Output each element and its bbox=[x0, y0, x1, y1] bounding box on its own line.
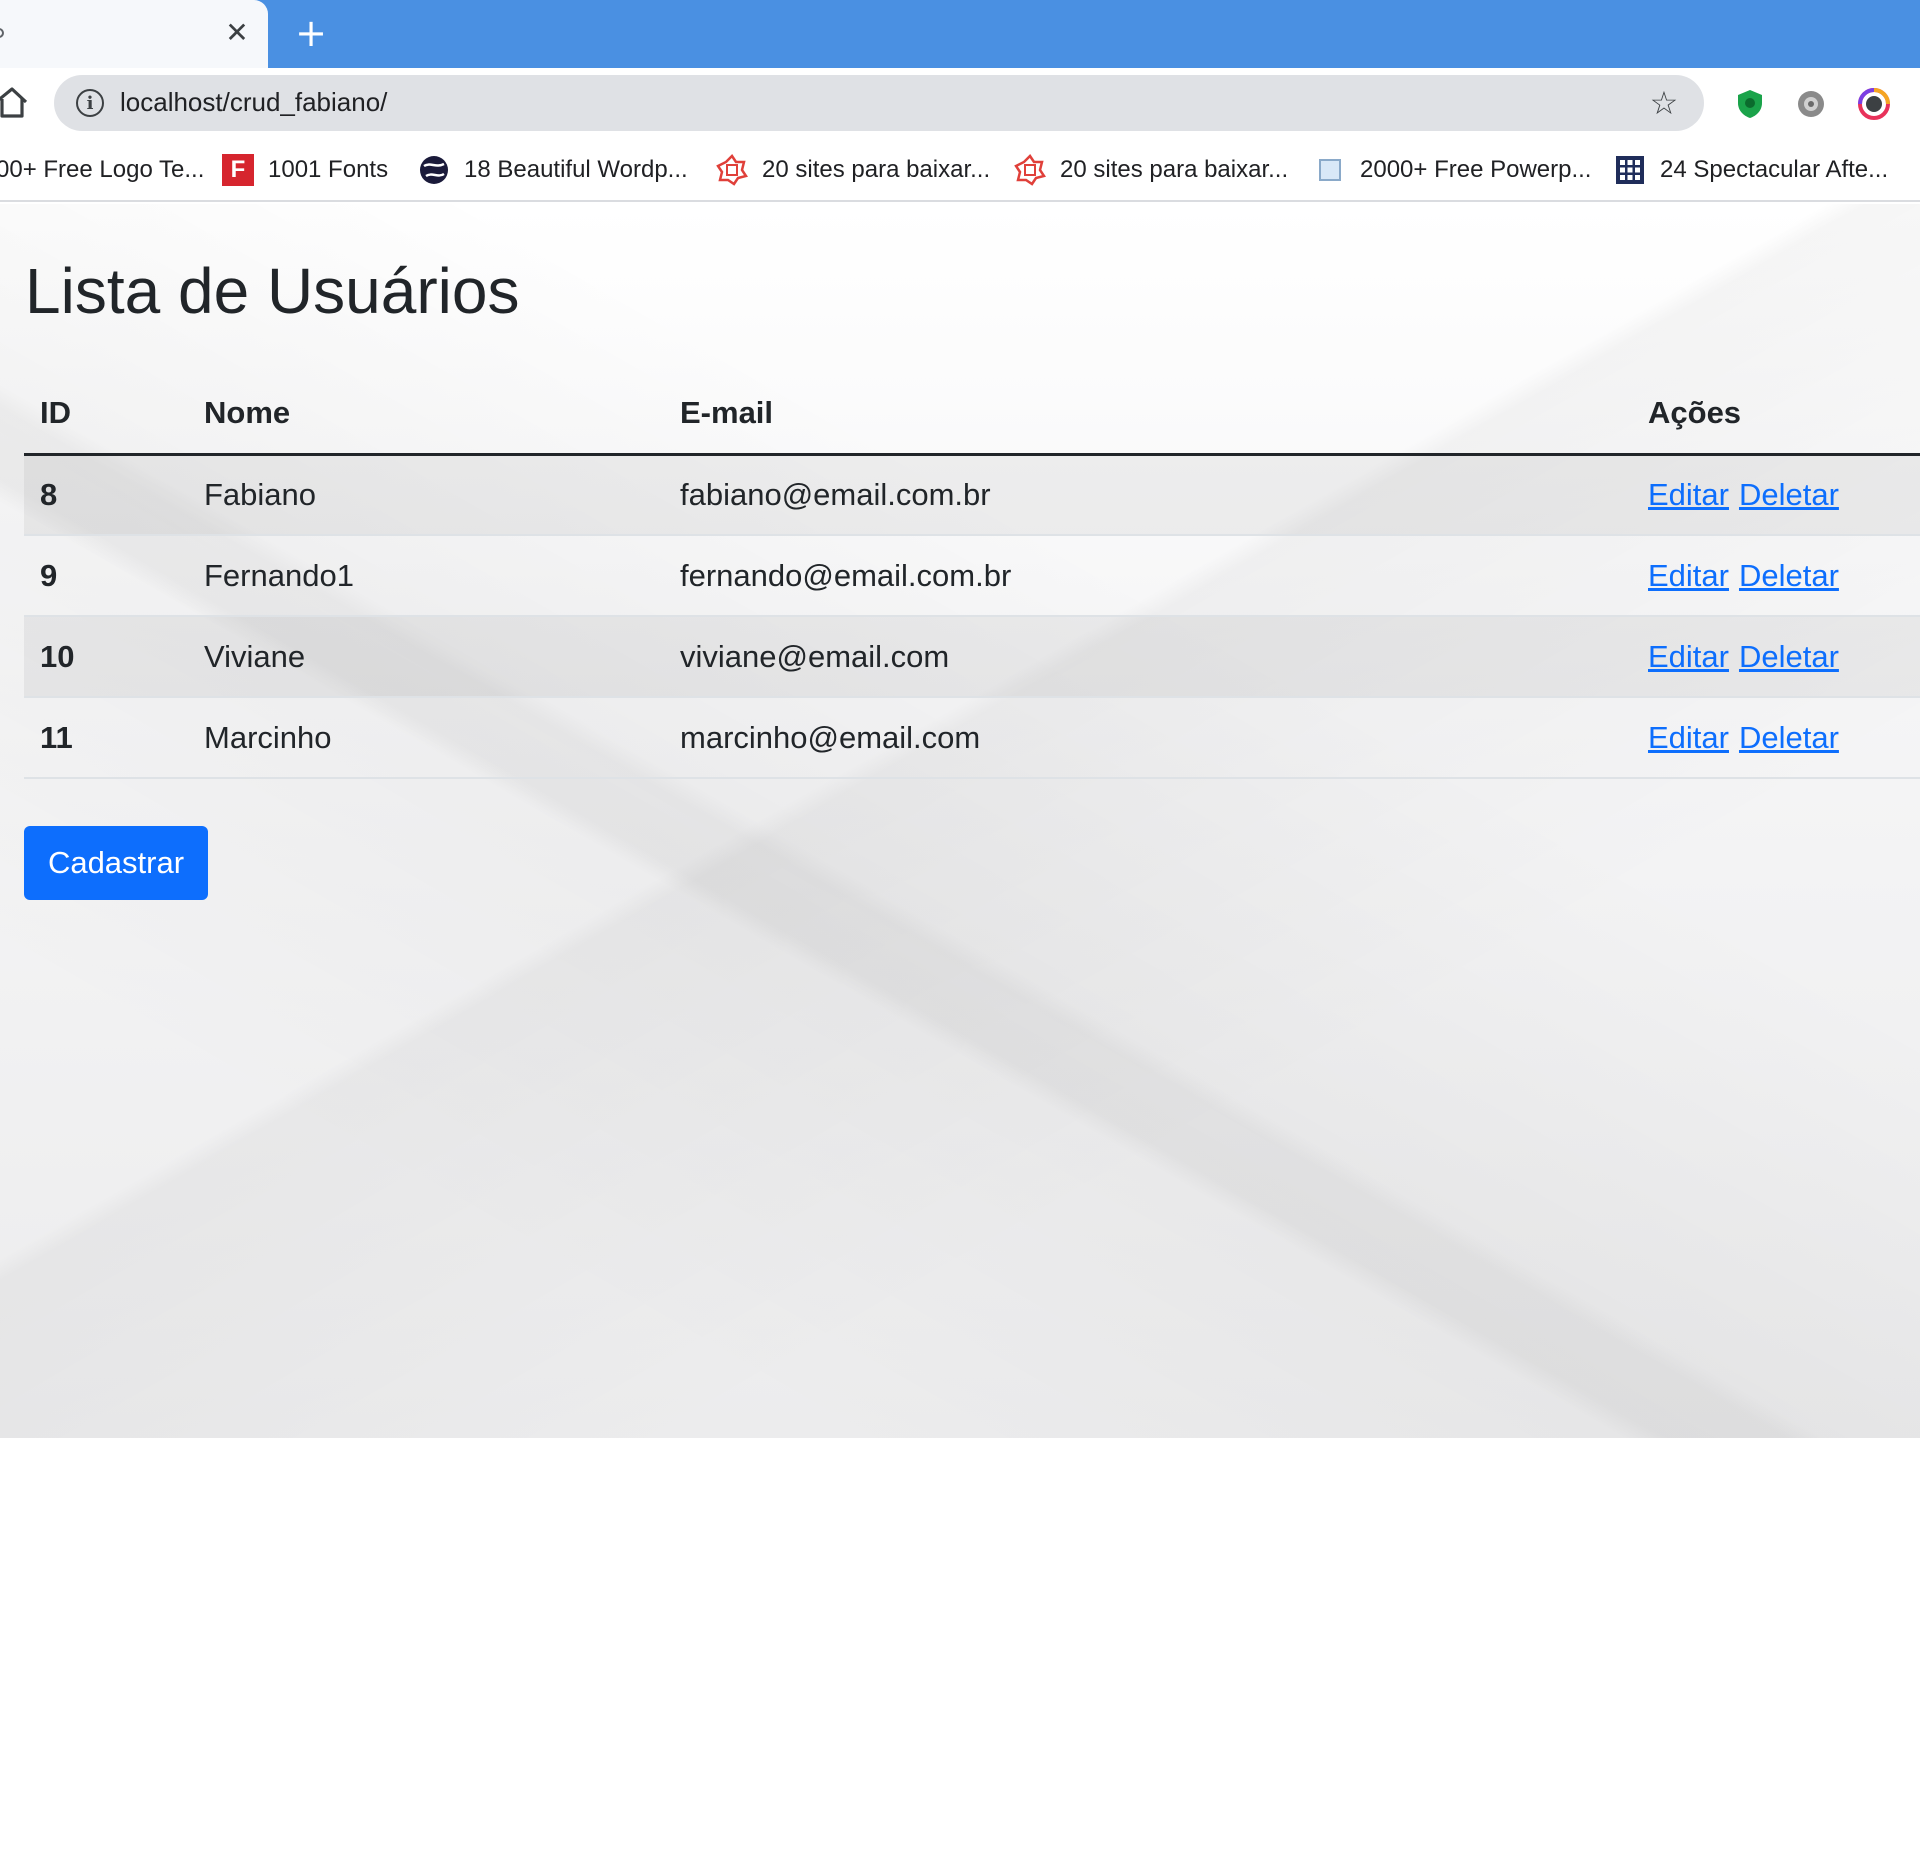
bookmark-item[interactable]: 00+ Free Logo Te... bbox=[0, 150, 204, 190]
bookmark-label: 00+ Free Logo Te... bbox=[0, 156, 205, 183]
edit-link[interactable]: Editar bbox=[1648, 639, 1729, 674]
page-content: Lista de Usuários ID Nome E-mail Ações 8… bbox=[0, 204, 1920, 1438]
blank-page-icon bbox=[1319, 159, 1341, 181]
cell-actions: Editar Deletar bbox=[1632, 616, 1920, 698]
bookmarks-bar: 00+ Free Logo Te... F 1001 Fonts 18 Beau… bbox=[0, 138, 1920, 202]
column-header-email: E-mail bbox=[664, 374, 1632, 456]
bookmark-item[interactable]: 20 sites para baixar... bbox=[1014, 150, 1288, 190]
table-row: 10 Viviane viviane@email.com Editar Delet… bbox=[24, 616, 1920, 698]
cell-email: fernando@email.com.br bbox=[664, 535, 1632, 617]
tab-strip: ✕ + bbox=[0, 0, 1920, 68]
table-row: 11 Marcinho marcinho@email.com Editar Del… bbox=[24, 697, 1920, 779]
bookmark-star-icon[interactable]: ☆ bbox=[1646, 85, 1682, 121]
bookmark-item[interactable]: 20 sites para baixar... bbox=[716, 150, 990, 190]
cell-nome: Fabiano bbox=[188, 454, 664, 536]
edit-link[interactable]: Editar bbox=[1648, 477, 1729, 512]
cell-actions: Editar Deletar bbox=[1632, 454, 1920, 536]
delete-link[interactable]: Deletar bbox=[1739, 720, 1839, 755]
address-bar[interactable]: i localhost/crud_fabiano/ ☆ bbox=[54, 75, 1704, 131]
cell-email: viviane@email.com bbox=[664, 616, 1632, 698]
cadastrar-button[interactable]: Cadastrar bbox=[24, 826, 208, 900]
active-tab[interactable]: ✕ bbox=[0, 0, 268, 68]
cell-id: 8 bbox=[24, 454, 188, 536]
edit-link[interactable]: Editar bbox=[1648, 558, 1729, 593]
grid-icon bbox=[1616, 156, 1644, 184]
globe-icon bbox=[420, 156, 448, 184]
delete-link[interactable]: Deletar bbox=[1739, 558, 1839, 593]
fonts-f-icon: F bbox=[222, 154, 254, 186]
cell-nome: Fernando1 bbox=[188, 535, 664, 617]
new-tab-button[interactable]: + bbox=[292, 14, 330, 52]
bookmark-item[interactable]: 24 Spectacular Afte... bbox=[1614, 150, 1888, 190]
cell-nome: Viviane bbox=[188, 616, 664, 698]
bookmark-item[interactable]: 18 Beautiful Wordp... bbox=[418, 150, 688, 190]
cell-actions: Editar Deletar bbox=[1632, 535, 1920, 617]
tab-close-button[interactable]: ✕ bbox=[224, 18, 250, 48]
cell-id: 11 bbox=[24, 697, 188, 779]
bookmark-label: 20 sites para baixar... bbox=[762, 156, 991, 183]
cell-actions: Editar Deletar bbox=[1632, 697, 1920, 779]
cell-email: marcinho@email.com bbox=[664, 697, 1632, 779]
bookmark-label: 18 Beautiful Wordp... bbox=[464, 156, 688, 183]
gear-extension-icon[interactable] bbox=[1795, 88, 1827, 120]
column-header-id: ID bbox=[24, 374, 188, 456]
table-row: 9 Fernando1 fernando@email.com.br Editar… bbox=[24, 535, 1920, 617]
delete-link[interactable]: Deletar bbox=[1739, 639, 1839, 674]
bookmark-label: 20 sites para baixar... bbox=[1060, 156, 1289, 183]
red-badge-icon bbox=[1014, 154, 1046, 186]
cell-id: 10 bbox=[24, 616, 188, 698]
column-header-acoes: Ações bbox=[1632, 374, 1920, 456]
home-icon[interactable] bbox=[0, 86, 28, 120]
url-text[interactable]: localhost/crud_fabiano/ bbox=[120, 87, 387, 118]
site-info-icon[interactable]: i bbox=[76, 89, 104, 117]
users-table: ID Nome E-mail Ações 8 Fabiano fabiano@e… bbox=[24, 374, 1920, 779]
bookmark-label: 2000+ Free Powerp... bbox=[1360, 156, 1592, 183]
cell-id: 9 bbox=[24, 535, 188, 617]
browser-toolbar: i localhost/crud_fabiano/ ☆ bbox=[0, 68, 1920, 138]
browser-chrome: ✕ + i localhost/crud_fabiano/ ☆ 00+ Free… bbox=[0, 0, 1920, 203]
edit-link[interactable]: Editar bbox=[1648, 720, 1729, 755]
delete-link[interactable]: Deletar bbox=[1739, 477, 1839, 512]
cell-nome: Marcinho bbox=[188, 697, 664, 779]
column-header-nome: Nome bbox=[188, 374, 664, 456]
red-badge-icon bbox=[716, 154, 748, 186]
table-row: 8 Fabiano fabiano@email.com.br Editar Del… bbox=[24, 454, 1920, 536]
bookmark-label: 24 Spectacular Afte... bbox=[1660, 156, 1889, 183]
page-title: Lista de Usuários bbox=[25, 255, 520, 327]
bookmark-item[interactable]: 2000+ Free Powerp... bbox=[1314, 150, 1591, 190]
bookmark-item[interactable]: F 1001 Fonts bbox=[222, 150, 388, 190]
shield-extension-icon[interactable] bbox=[1734, 88, 1766, 120]
cell-email: fabiano@email.com.br bbox=[664, 454, 1632, 536]
tab-favicon-icon bbox=[0, 28, 4, 38]
table-header-row: ID Nome E-mail Ações bbox=[24, 374, 1920, 456]
bookmark-label: 1001 Fonts bbox=[268, 156, 389, 183]
color-picker-extension-icon[interactable] bbox=[1858, 88, 1890, 120]
